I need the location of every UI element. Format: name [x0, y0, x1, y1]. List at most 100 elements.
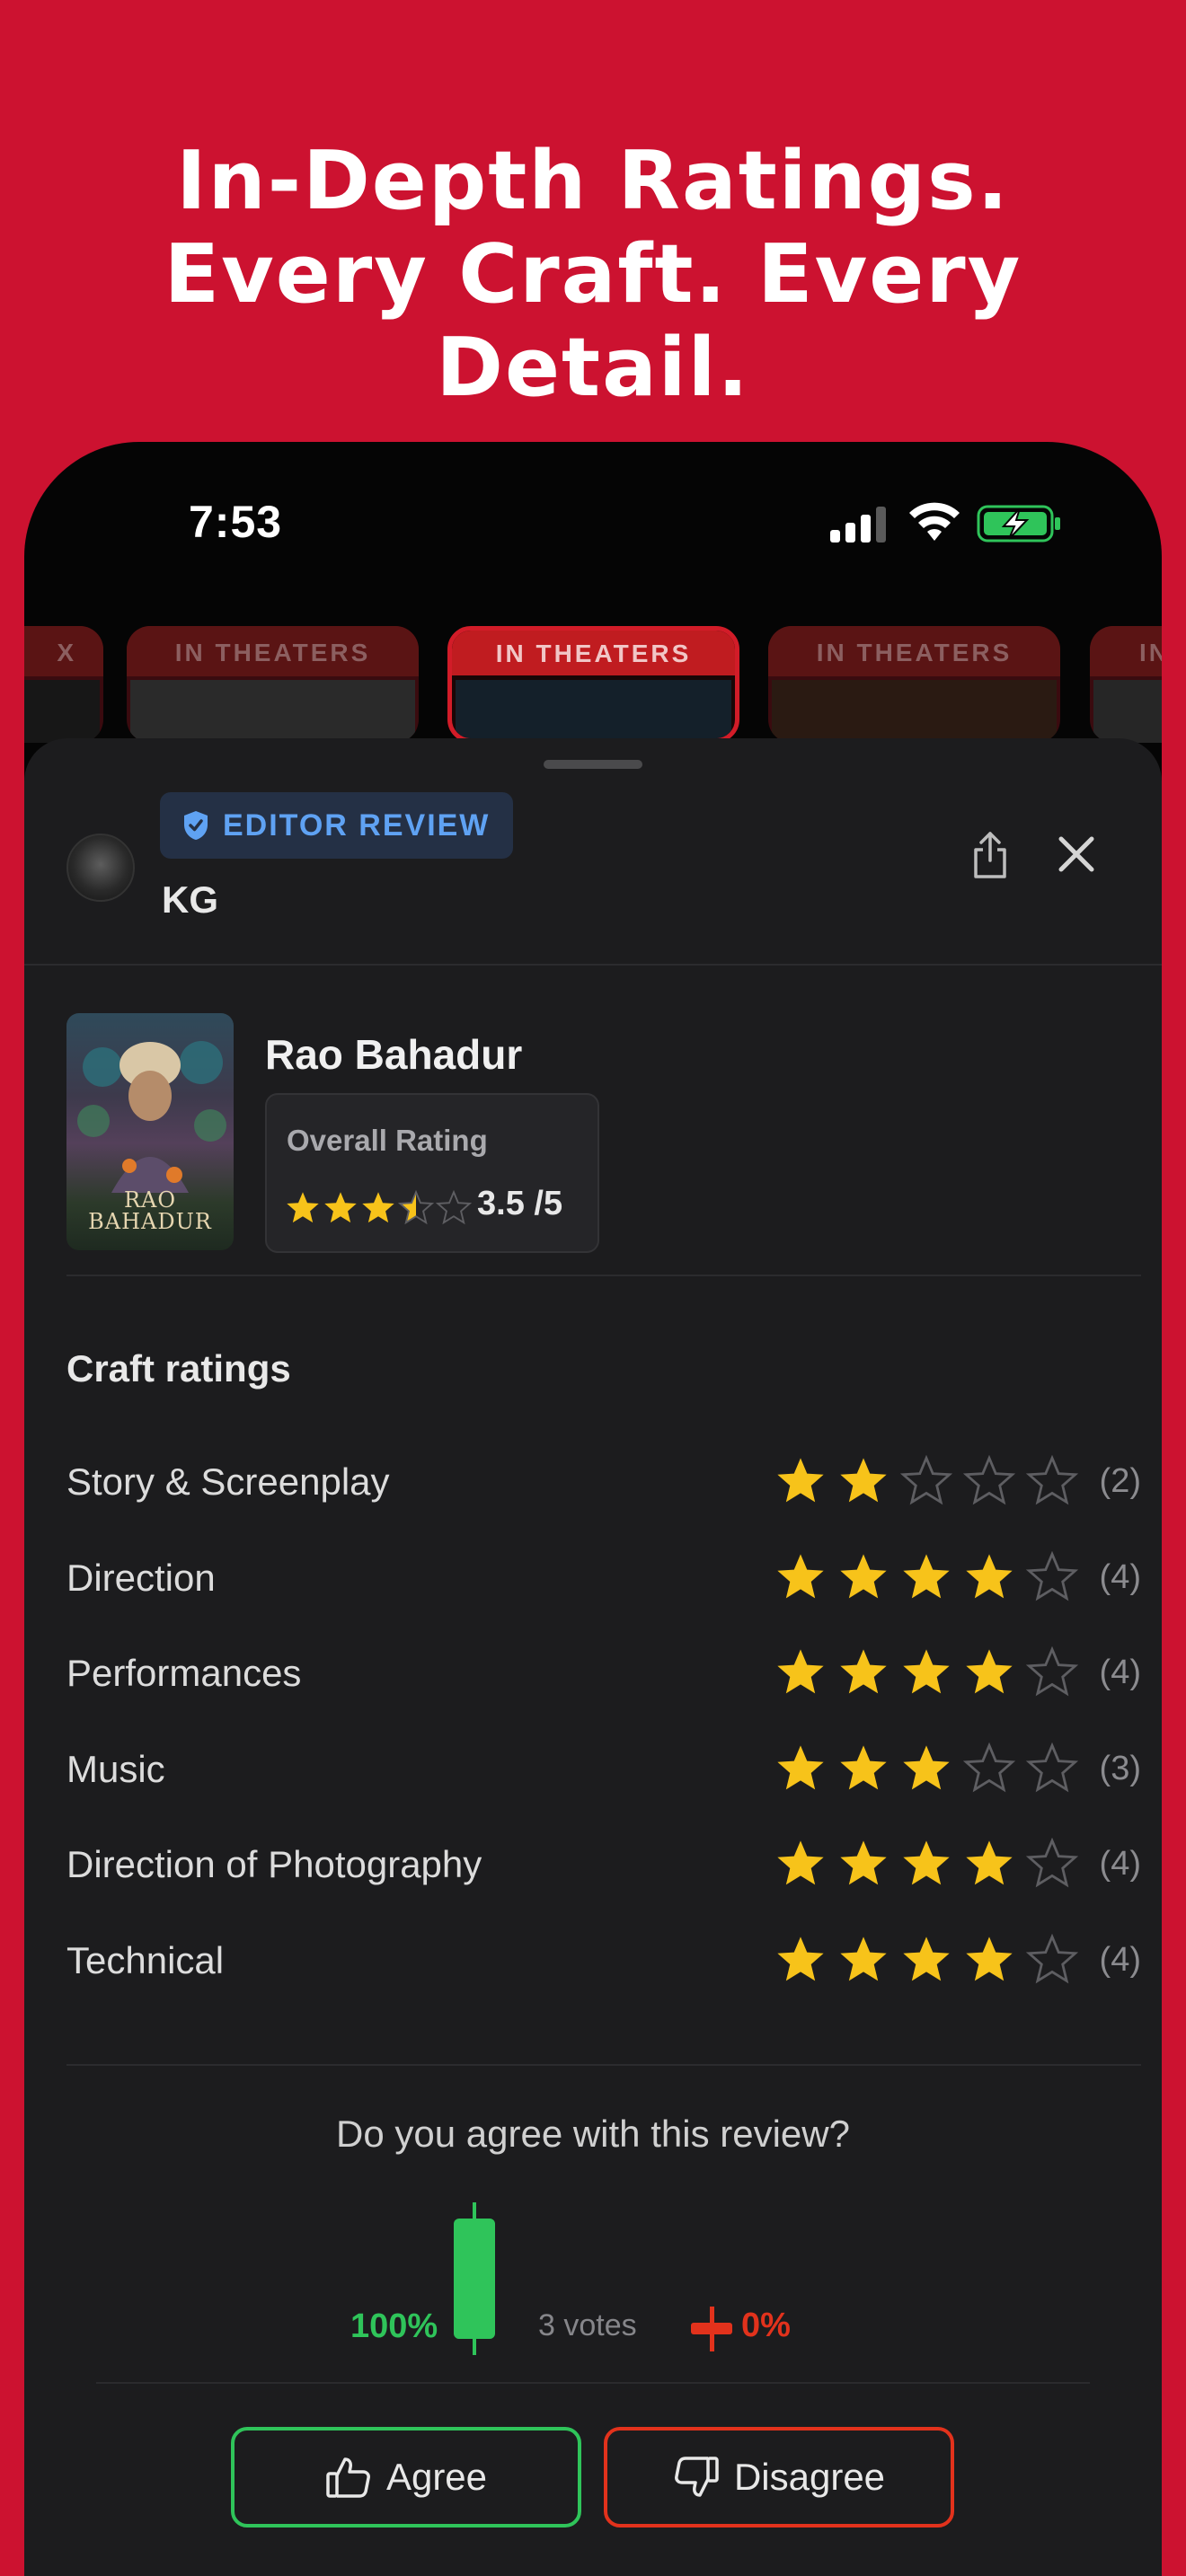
disagree-button[interactable]: Disagree	[604, 2427, 954, 2527]
craft-stars	[774, 1646, 1078, 1698]
card-tag: IN THEATERS	[452, 631, 735, 675]
star-empty-icon	[1026, 1550, 1078, 1601]
craft-name: Performances	[66, 1652, 302, 1694]
star-filled-icon	[777, 1553, 824, 1598]
card-tag: IN THEATERS	[768, 626, 1060, 676]
carousel-card[interactable]: IN THEATERS	[768, 626, 1060, 743]
overall-rating-label: Overall Rating	[287, 1124, 488, 1157]
carousel-card-selected[interactable]: IN THEATERS	[447, 626, 739, 743]
disagree-button-label: Disagree	[733, 2456, 886, 2498]
star-empty-icon	[1026, 1455, 1078, 1505]
craft-count: (3)	[1099, 1749, 1141, 1787]
avatar[interactable]	[66, 834, 135, 902]
star-filled-icon	[777, 1840, 824, 1885]
star-filled-icon	[840, 1936, 887, 1981]
star-half-icon	[398, 1190, 434, 1225]
thumbs-down-icon	[675, 2457, 719, 2497]
badge-label: EDITOR REVIEW	[223, 807, 491, 842]
close-icon[interactable]	[1054, 832, 1099, 877]
star-filled-icon	[324, 1192, 357, 1223]
craft-rating-row: Story & Screenplay (2)	[66, 1450, 1141, 1513]
star-empty-icon	[436, 1190, 472, 1225]
star-filled-icon	[903, 1840, 950, 1885]
author-name: KG	[162, 878, 218, 921]
thumbs-up-icon	[326, 2457, 370, 2498]
star-filled-icon	[966, 1840, 1013, 1885]
craft-count: (4)	[1099, 1654, 1141, 1691]
craft-stars	[774, 1742, 1078, 1795]
craft-rating-row: Direction (4)	[66, 1546, 1141, 1609]
star-filled-icon	[840, 1744, 887, 1789]
craft-rating-row: Music (3)	[66, 1737, 1141, 1800]
vote-count: 3 votes	[538, 2308, 637, 2342]
craft-rating-row: Direction of Photography (4)	[66, 1832, 1141, 1895]
header-divider	[24, 964, 1162, 966]
agree-button-label: Agree	[385, 2456, 488, 2498]
shield-check-icon	[184, 811, 208, 840]
craft-rating-row: Performances (4)	[66, 1641, 1141, 1704]
star-filled-icon	[840, 1458, 887, 1503]
star-filled-icon	[903, 1744, 950, 1789]
status-time: 7:53	[189, 497, 283, 547]
headline-line-3: Detail.	[436, 321, 750, 415]
card-tag: IN THEATERS	[127, 626, 419, 676]
craft-stars	[774, 1838, 1078, 1890]
star-filled-icon	[777, 1744, 824, 1789]
status-bar: 7:53	[24, 442, 1162, 550]
star-empty-icon	[963, 1742, 1015, 1792]
carousel-card[interactable]: X	[24, 626, 103, 743]
battery-charging-icon	[977, 505, 1060, 543]
craft-name: Direction of Photography	[66, 1843, 482, 1885]
star-filled-icon	[840, 1649, 887, 1694]
editor-review-badge: EDITOR REVIEW	[160, 792, 514, 859]
star-empty-icon	[900, 1455, 952, 1505]
star-filled-icon	[903, 1649, 950, 1694]
star-empty-icon	[1026, 1838, 1078, 1888]
card-tag: X	[24, 626, 103, 676]
star-filled-icon	[966, 1553, 1013, 1598]
craft-name: Music	[66, 1747, 165, 1790]
card-tag: IN	[1090, 626, 1162, 676]
star-filled-icon	[903, 1936, 950, 1981]
share-icon[interactable]	[968, 828, 1013, 882]
star-empty-icon	[1026, 1742, 1078, 1792]
star-filled-icon	[287, 1192, 319, 1223]
cellular-signal-icon	[830, 507, 890, 543]
agreement-question: Do you agree with this review?	[336, 2113, 850, 2155]
star-filled-icon	[840, 1840, 887, 1885]
star-filled-icon	[777, 1936, 824, 1981]
promo-headline: In-Depth Ratings. Every Craft. Every Det…	[0, 135, 1186, 415]
craft-count: (4)	[1099, 1940, 1141, 1979]
agree-button[interactable]: Agree	[231, 2427, 581, 2527]
carousel-card[interactable]: IN THEATERS	[127, 626, 419, 743]
star-filled-icon	[840, 1553, 887, 1598]
craft-name: Technical	[66, 1938, 225, 1981]
star-empty-icon	[963, 1455, 1015, 1505]
votes-divider	[96, 2382, 1090, 2384]
agree-percentage: 100%	[350, 2307, 438, 2345]
craft-name: Story & Screenplay	[66, 1460, 390, 1503]
star-empty-icon	[1026, 1933, 1078, 1983]
overall-rating-value: 3.5 /5	[477, 1185, 563, 1222]
overall-rating-card: Overall Rating 3.5 /5	[265, 1093, 599, 1253]
craft-name: Direction	[66, 1556, 216, 1599]
disagree-percentage: 0%	[741, 2307, 791, 2344]
star-filled-icon	[966, 1936, 1013, 1981]
poster-title: RAO BAHADUR	[88, 1187, 212, 1234]
headline-line-2: Every Craft. Every	[164, 227, 1022, 322]
craft-count: (2)	[1099, 1462, 1141, 1500]
sheet-grabber[interactable]	[544, 760, 642, 769]
star-filled-icon	[966, 1649, 1013, 1694]
disagree-candle-bar	[691, 2307, 732, 2351]
craft-rating-row: Technical (4)	[66, 1928, 1141, 1991]
craft-count: (4)	[1099, 1557, 1141, 1596]
headline-line-1: In-Depth Ratings.	[176, 134, 1010, 228]
movie-poster[interactable]: RAO BAHADUR	[66, 1013, 234, 1250]
movie-divider	[66, 1275, 1141, 1276]
craft-stars	[774, 1550, 1078, 1603]
craft-divider	[66, 2064, 1141, 2066]
star-filled-icon	[777, 1458, 824, 1503]
phone-frame: 7:53 X IN THEATERS IN THEATERS IN THEATE…	[24, 442, 1162, 2576]
movie-title: Rao Bahadur	[265, 1031, 523, 1078]
carousel-card[interactable]: IN	[1090, 626, 1162, 743]
